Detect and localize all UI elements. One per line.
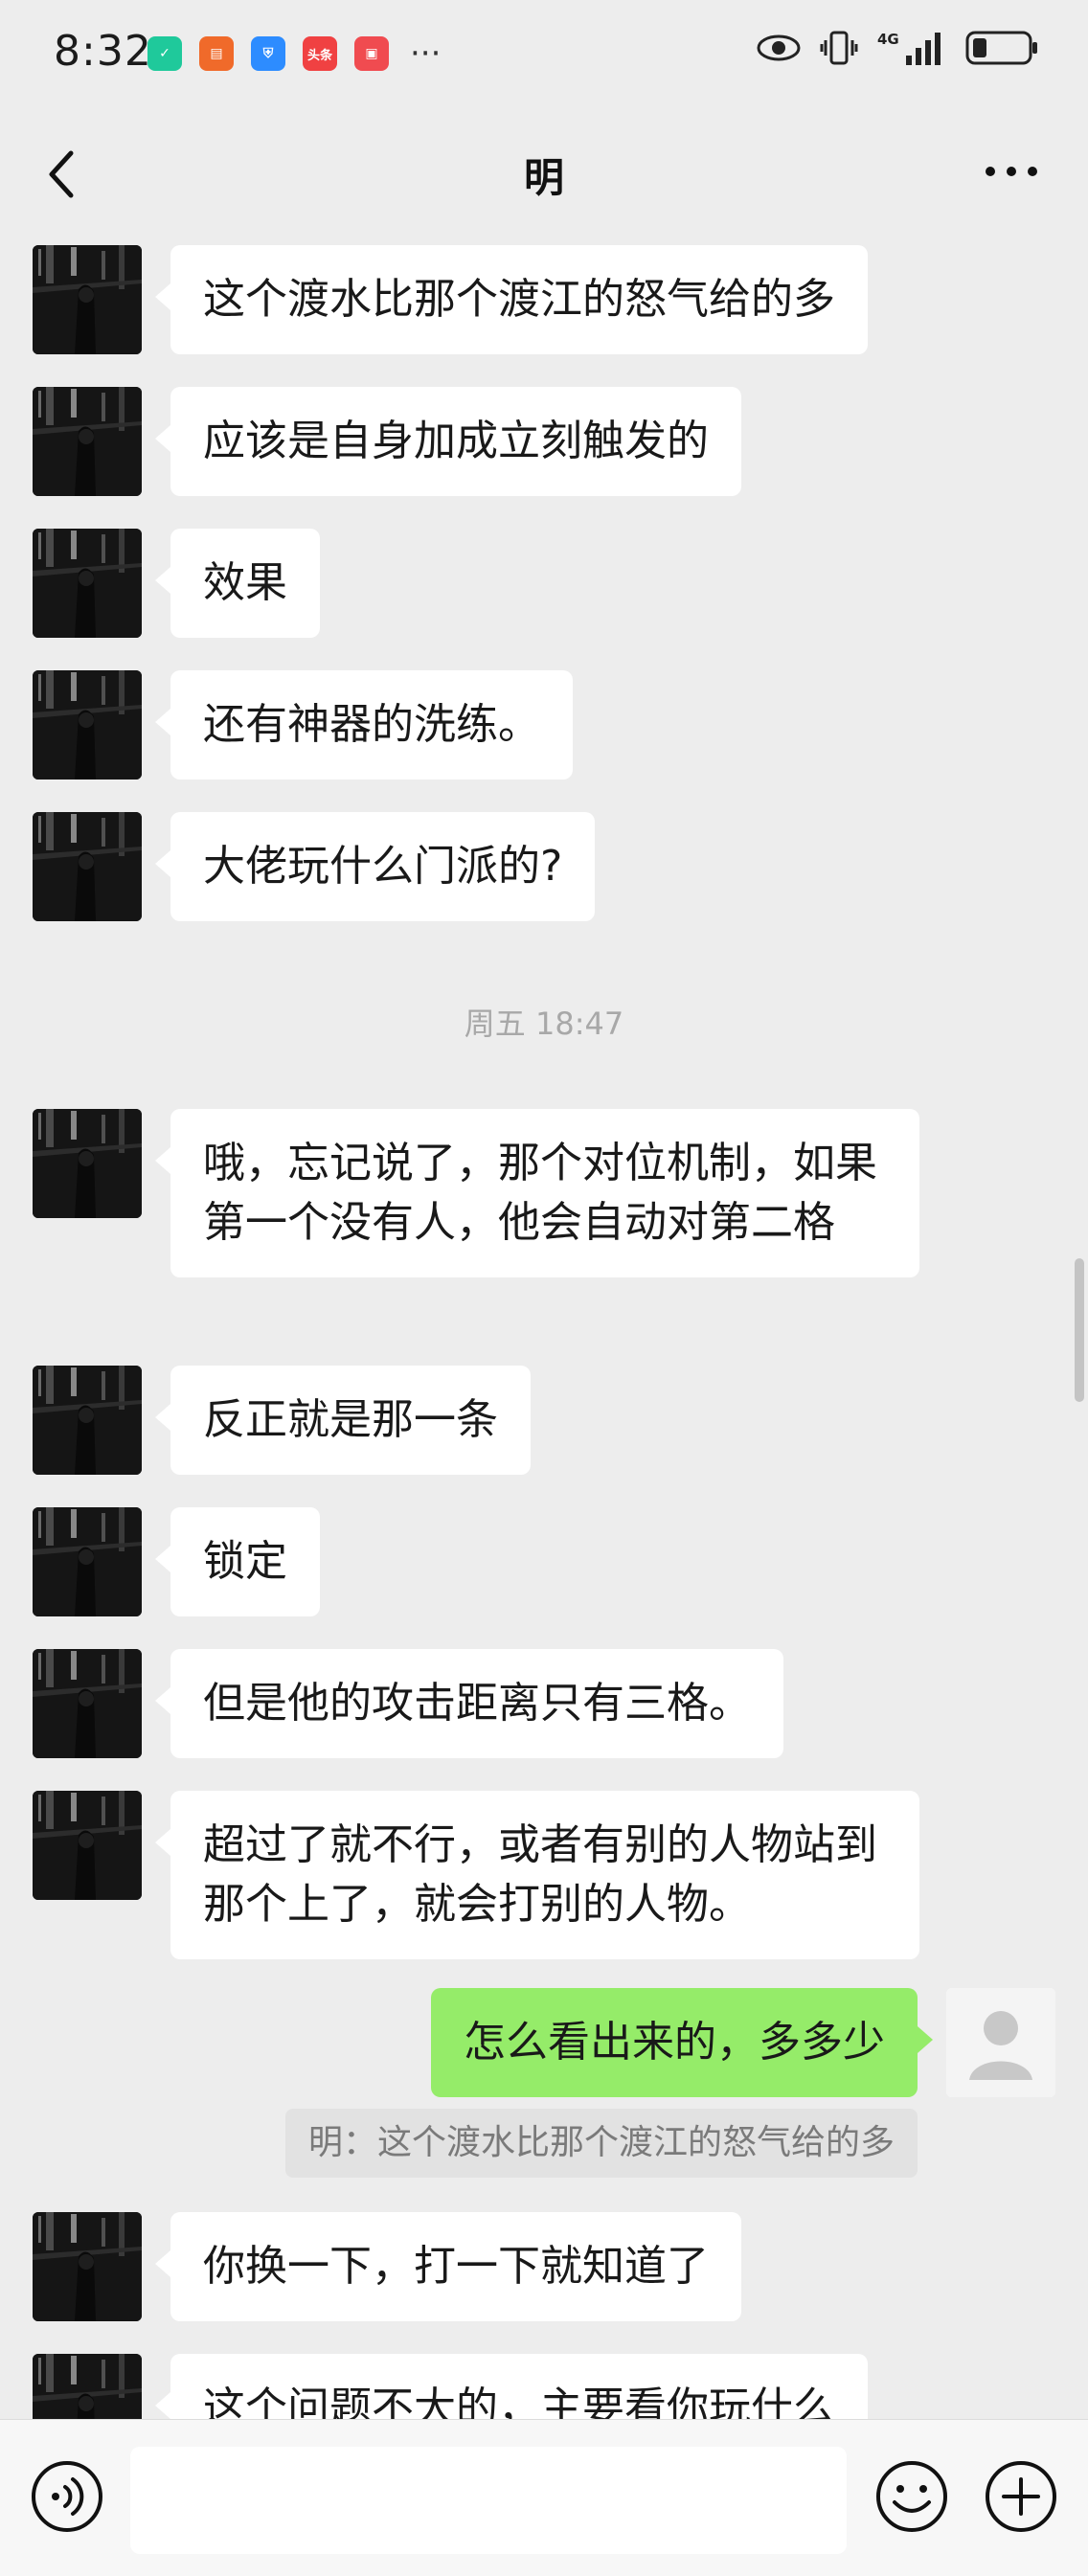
more-options-icon[interactable] <box>983 157 1040 186</box>
message-input[interactable] <box>130 2447 847 2554</box>
message-bubble[interactable]: 效果 <box>155 529 320 638</box>
avatar-photo-icon <box>33 1791 142 1900</box>
message-bubble[interactable]: 这个问题不大的，主要看你玩什么 <box>155 2354 868 2419</box>
toutiao-icon: 头条 <box>303 36 337 71</box>
chat-title: 明 <box>523 154 564 201</box>
notification-icons: ✓ ▤ ⛨ 头条 ▣ ··· <box>147 36 441 71</box>
message-bubble[interactable]: 反正就是那一条 <box>155 1366 531 1475</box>
default-user-icon <box>946 1988 1055 2097</box>
message-bubble[interactable]: 应该是自身加成立刻触发的 <box>155 387 741 496</box>
eye-icon <box>757 34 801 61</box>
avatar-photo-icon <box>33 2354 142 2419</box>
contact-avatar[interactable] <box>33 529 142 638</box>
contact-avatar[interactable] <box>33 1109 142 1218</box>
avatar-photo-icon <box>33 2212 142 2321</box>
message-bubble[interactable]: 锁定 <box>155 1507 320 1616</box>
avatar-photo-icon <box>33 245 142 354</box>
avatar-photo-icon <box>33 1109 142 1218</box>
message-bubble[interactable]: 哦，忘记说了，那个对位机制，如果第一个没有人，他会自动对第二格 <box>155 1109 919 1277</box>
avatar-photo-icon <box>33 670 142 780</box>
contact-avatar[interactable] <box>33 245 142 354</box>
red-app-icon: ▣ <box>354 36 389 71</box>
contact-avatar[interactable] <box>33 1507 142 1616</box>
contact-avatar[interactable] <box>33 1366 142 1475</box>
avatar-photo-icon <box>33 1649 142 1758</box>
emoji-icon[interactable] <box>873 2458 950 2535</box>
contact-avatar[interactable] <box>33 1791 142 1900</box>
title-bar: 明 <box>0 111 1088 234</box>
more-notifications-icon: ··· <box>410 34 442 73</box>
message-bubble[interactable]: 但是他的攻击距离只有三格。 <box>155 1649 783 1758</box>
stack-app-icon: ▤ <box>199 36 234 71</box>
avatar-photo-icon <box>33 1507 142 1616</box>
contact-avatar[interactable] <box>33 2354 142 2419</box>
my-message-bubble[interactable]: 怎么看出来的，多多少 <box>431 1988 933 2097</box>
system-icons: 4G <box>757 29 1040 67</box>
message-bubble[interactable]: 你换一下，打一下就知道了 <box>155 2212 741 2321</box>
message-bubble[interactable]: 超过了就不行，或者有别的人物站到那个上了，就会打别的人物。 <box>155 1791 919 1959</box>
message-bubble[interactable]: 这个渡水比那个渡江的怒气给的多 <box>155 245 868 354</box>
input-bar <box>0 2419 1088 2576</box>
avatar-photo-icon <box>33 529 142 638</box>
my-avatar[interactable] <box>946 1988 1055 2097</box>
shield-check-icon: ✓ <box>147 36 182 71</box>
contact-avatar[interactable] <box>33 670 142 780</box>
message-bubble[interactable]: 大佬玩什么门派的? <box>154 812 596 921</box>
vibrate-icon <box>820 31 858 65</box>
chat-area[interactable]: 这个渡水比那个渡江的怒气给的多 应该是自身加成立刻触发的 效果 还有神器的洗练。… <box>0 234 1088 2419</box>
svg-text:4G: 4G <box>877 31 899 48</box>
voice-icon[interactable] <box>29 2458 105 2535</box>
shield-blue-icon: ⛨ <box>251 36 285 71</box>
signal-4g-icon: 4G <box>877 31 941 65</box>
scroll-indicator[interactable] <box>1075 1258 1084 1402</box>
quoted-message[interactable]: 明：这个渡水比那个渡江的怒气给的多 <box>284 2109 918 2178</box>
avatar-photo-icon <box>33 812 142 921</box>
avatar-photo-icon <box>33 387 142 496</box>
status-time: 8:32 <box>54 27 152 76</box>
contact-avatar[interactable] <box>33 812 142 921</box>
avatar-photo-icon <box>33 1366 142 1475</box>
status-bar: 8:32 ✓ ▤ ⛨ 头条 ▣ ··· 4G <box>0 0 1088 111</box>
message-bubble[interactable]: 还有神器的洗练。 <box>155 670 573 780</box>
message-timestamp: 周五 18:47 <box>464 1006 624 1042</box>
battery-icon <box>965 31 1037 65</box>
plus-icon[interactable] <box>983 2458 1059 2535</box>
contact-avatar[interactable] <box>33 2212 142 2321</box>
contact-avatar[interactable] <box>33 1649 142 1758</box>
contact-avatar[interactable] <box>33 387 142 496</box>
